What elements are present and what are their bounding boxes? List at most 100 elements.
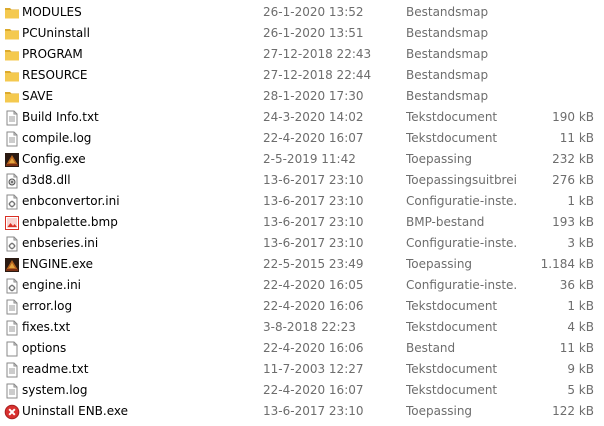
file-date-modified: 22-4-2020 16:05	[263, 278, 364, 292]
file-row[interactable]: fixes.txt 3-8-2018 22:23 Tekstdocument 4…	[0, 317, 604, 338]
file-row[interactable]: d3d8.dll 13-6-2017 23:10 Toepassingsuitb…	[0, 170, 604, 191]
file-row[interactable]: error.log 22-4-2020 16:06 Tekstdocument …	[0, 296, 604, 317]
file-type: Tekstdocument	[406, 131, 498, 145]
file-date-modified: 22-4-2020 16:07	[263, 131, 364, 145]
file-size: 1 kB	[567, 194, 594, 208]
file-type: Toepassing	[406, 152, 473, 166]
file-row[interactable]: enbconvertor.ini 13-6-2017 23:10 Configu…	[0, 191, 604, 212]
file-size: 11 kB	[559, 131, 594, 145]
file-row[interactable]: enbseries.ini 13-6-2017 23:10 Configurat…	[0, 233, 604, 254]
file-row[interactable]: SAVE 28-1-2020 17:30 Bestandsmap	[0, 86, 604, 107]
file-size: 193 kB	[552, 215, 594, 229]
file-type: Tekstdocument	[406, 383, 498, 397]
file-date-modified: 22-5-2015 23:49	[263, 257, 364, 271]
file-date-modified: 13-6-2017 23:10	[263, 173, 364, 187]
folder-icon	[4, 5, 20, 21]
file-date-modified: 24-3-2020 14:02	[263, 110, 364, 124]
file-type: Toepassing	[406, 257, 473, 271]
file-date-modified: 13-6-2017 23:10	[263, 194, 364, 208]
file-type: BMP-bestand	[406, 215, 485, 229]
file-size: 36 kB	[559, 278, 594, 292]
file-date-modified: 27-12-2018 22:44	[263, 68, 372, 82]
file-name: error.log	[22, 299, 73, 313]
text-file-icon	[4, 383, 20, 399]
file-row[interactable]: MODULES 26-1-2020 13:52 Bestandsmap	[0, 2, 604, 23]
file-type: Configuratie-inste...	[406, 194, 516, 208]
text-file-icon	[4, 110, 20, 126]
file-row[interactable]: ENGINE.exe 22-5-2015 23:49 Toepassing 1.…	[0, 254, 604, 275]
file-date-modified: 27-12-2018 22:43	[263, 47, 372, 61]
file-row[interactable]: system.log 22-4-2020 16:07 Tekstdocument…	[0, 380, 604, 401]
file-name: RESOURCE	[22, 68, 88, 82]
file-name: d3d8.dll	[22, 173, 71, 187]
folder-icon	[4, 47, 20, 63]
settings-file-icon	[4, 236, 20, 252]
file-name: Uninstall ENB.exe	[22, 404, 129, 418]
file-name: PROGRAM	[22, 47, 83, 61]
file-type: Tekstdocument	[406, 299, 498, 313]
settings-file-icon	[4, 278, 20, 294]
text-file-icon	[4, 131, 20, 147]
folder-icon	[4, 26, 20, 42]
file-size: 1.184 kB	[540, 257, 594, 271]
file-row[interactable]: RESOURCE 27-12-2018 22:44 Bestandsmap	[0, 65, 604, 86]
text-file-icon	[4, 320, 20, 336]
folder-icon	[4, 89, 20, 105]
file-type: Tekstdocument	[406, 362, 498, 376]
file-type: Bestandsmap	[406, 5, 489, 19]
file-row[interactable]: options 22-4-2020 16:06 Bestand 11 kB	[0, 338, 604, 359]
text-file-icon	[4, 362, 20, 378]
dll-gear-icon	[4, 173, 20, 189]
file-size: 276 kB	[552, 173, 594, 187]
file-name: fixes.txt	[22, 320, 71, 334]
text-file-icon	[4, 299, 20, 315]
file-date-modified: 26-1-2020 13:51	[263, 26, 364, 40]
file-name: enbconvertor.ini	[22, 194, 120, 208]
file-type: Toepassingsuitbrei...	[406, 173, 516, 187]
file-row[interactable]: enbpalette.bmp 13-6-2017 23:10 BMP-besta…	[0, 212, 604, 233]
folder-icon	[4, 68, 20, 84]
file-size: 3 kB	[567, 236, 594, 250]
file-date-modified: 22-4-2020 16:06	[263, 299, 364, 313]
file-row[interactable]: Build Info.txt 24-3-2020 14:02 Tekstdocu…	[0, 107, 604, 128]
file-list: MODULES 26-1-2020 13:52 Bestandsmap PCUn…	[0, 2, 604, 422]
file-date-modified: 28-1-2020 17:30	[263, 89, 364, 103]
file-row[interactable]: PCUninstall 26-1-2020 13:51 Bestandsmap	[0, 23, 604, 44]
file-name: Config.exe	[22, 152, 86, 166]
blank-file-icon	[4, 341, 20, 357]
uninstall-icon	[4, 404, 20, 420]
file-size: 4 kB	[567, 320, 594, 334]
file-type: Configuratie-inste...	[406, 236, 516, 250]
file-name: SAVE	[22, 89, 54, 103]
file-type: Bestand	[406, 341, 456, 355]
file-date-modified: 22-4-2020 16:07	[263, 383, 364, 397]
file-row[interactable]: Config.exe 2-5-2019 11:42 Toepassing 232…	[0, 149, 604, 170]
file-row[interactable]: compile.log 22-4-2020 16:07 Tekstdocumen…	[0, 128, 604, 149]
file-row[interactable]: readme.txt 11-7-2003 12:27 Tekstdocument…	[0, 359, 604, 380]
file-row[interactable]: engine.ini 22-4-2020 16:05 Configuratie-…	[0, 275, 604, 296]
file-date-modified: 3-8-2018 22:23	[263, 320, 356, 334]
file-date-modified: 22-4-2020 16:06	[263, 341, 364, 355]
file-date-modified: 13-6-2017 23:10	[263, 215, 364, 229]
file-type: Tekstdocument	[406, 320, 498, 334]
file-row[interactable]: Uninstall ENB.exe 13-6-2017 23:10 Toepas…	[0, 401, 604, 422]
app-icon	[4, 257, 20, 273]
file-size: 9 kB	[567, 362, 594, 376]
file-name: PCUninstall	[22, 26, 90, 40]
file-type: Tekstdocument	[406, 110, 498, 124]
bitmap-image-icon	[4, 215, 20, 231]
file-name: MODULES	[22, 5, 82, 19]
file-row[interactable]: PROGRAM 27-12-2018 22:43 Bestandsmap	[0, 44, 604, 65]
file-type: Bestandsmap	[406, 89, 489, 103]
file-size: 1 kB	[567, 299, 594, 313]
file-name: engine.ini	[22, 278, 82, 292]
file-size: 11 kB	[559, 341, 594, 355]
file-name: system.log	[22, 383, 88, 397]
file-size: 122 kB	[552, 404, 594, 418]
file-name: ENGINE.exe	[22, 257, 94, 271]
file-date-modified: 26-1-2020 13:52	[263, 5, 364, 19]
file-name: Build Info.txt	[22, 110, 99, 124]
file-size: 190 kB	[552, 110, 594, 124]
file-name: enbseries.ini	[22, 236, 99, 250]
file-type: Toepassing	[406, 404, 473, 418]
